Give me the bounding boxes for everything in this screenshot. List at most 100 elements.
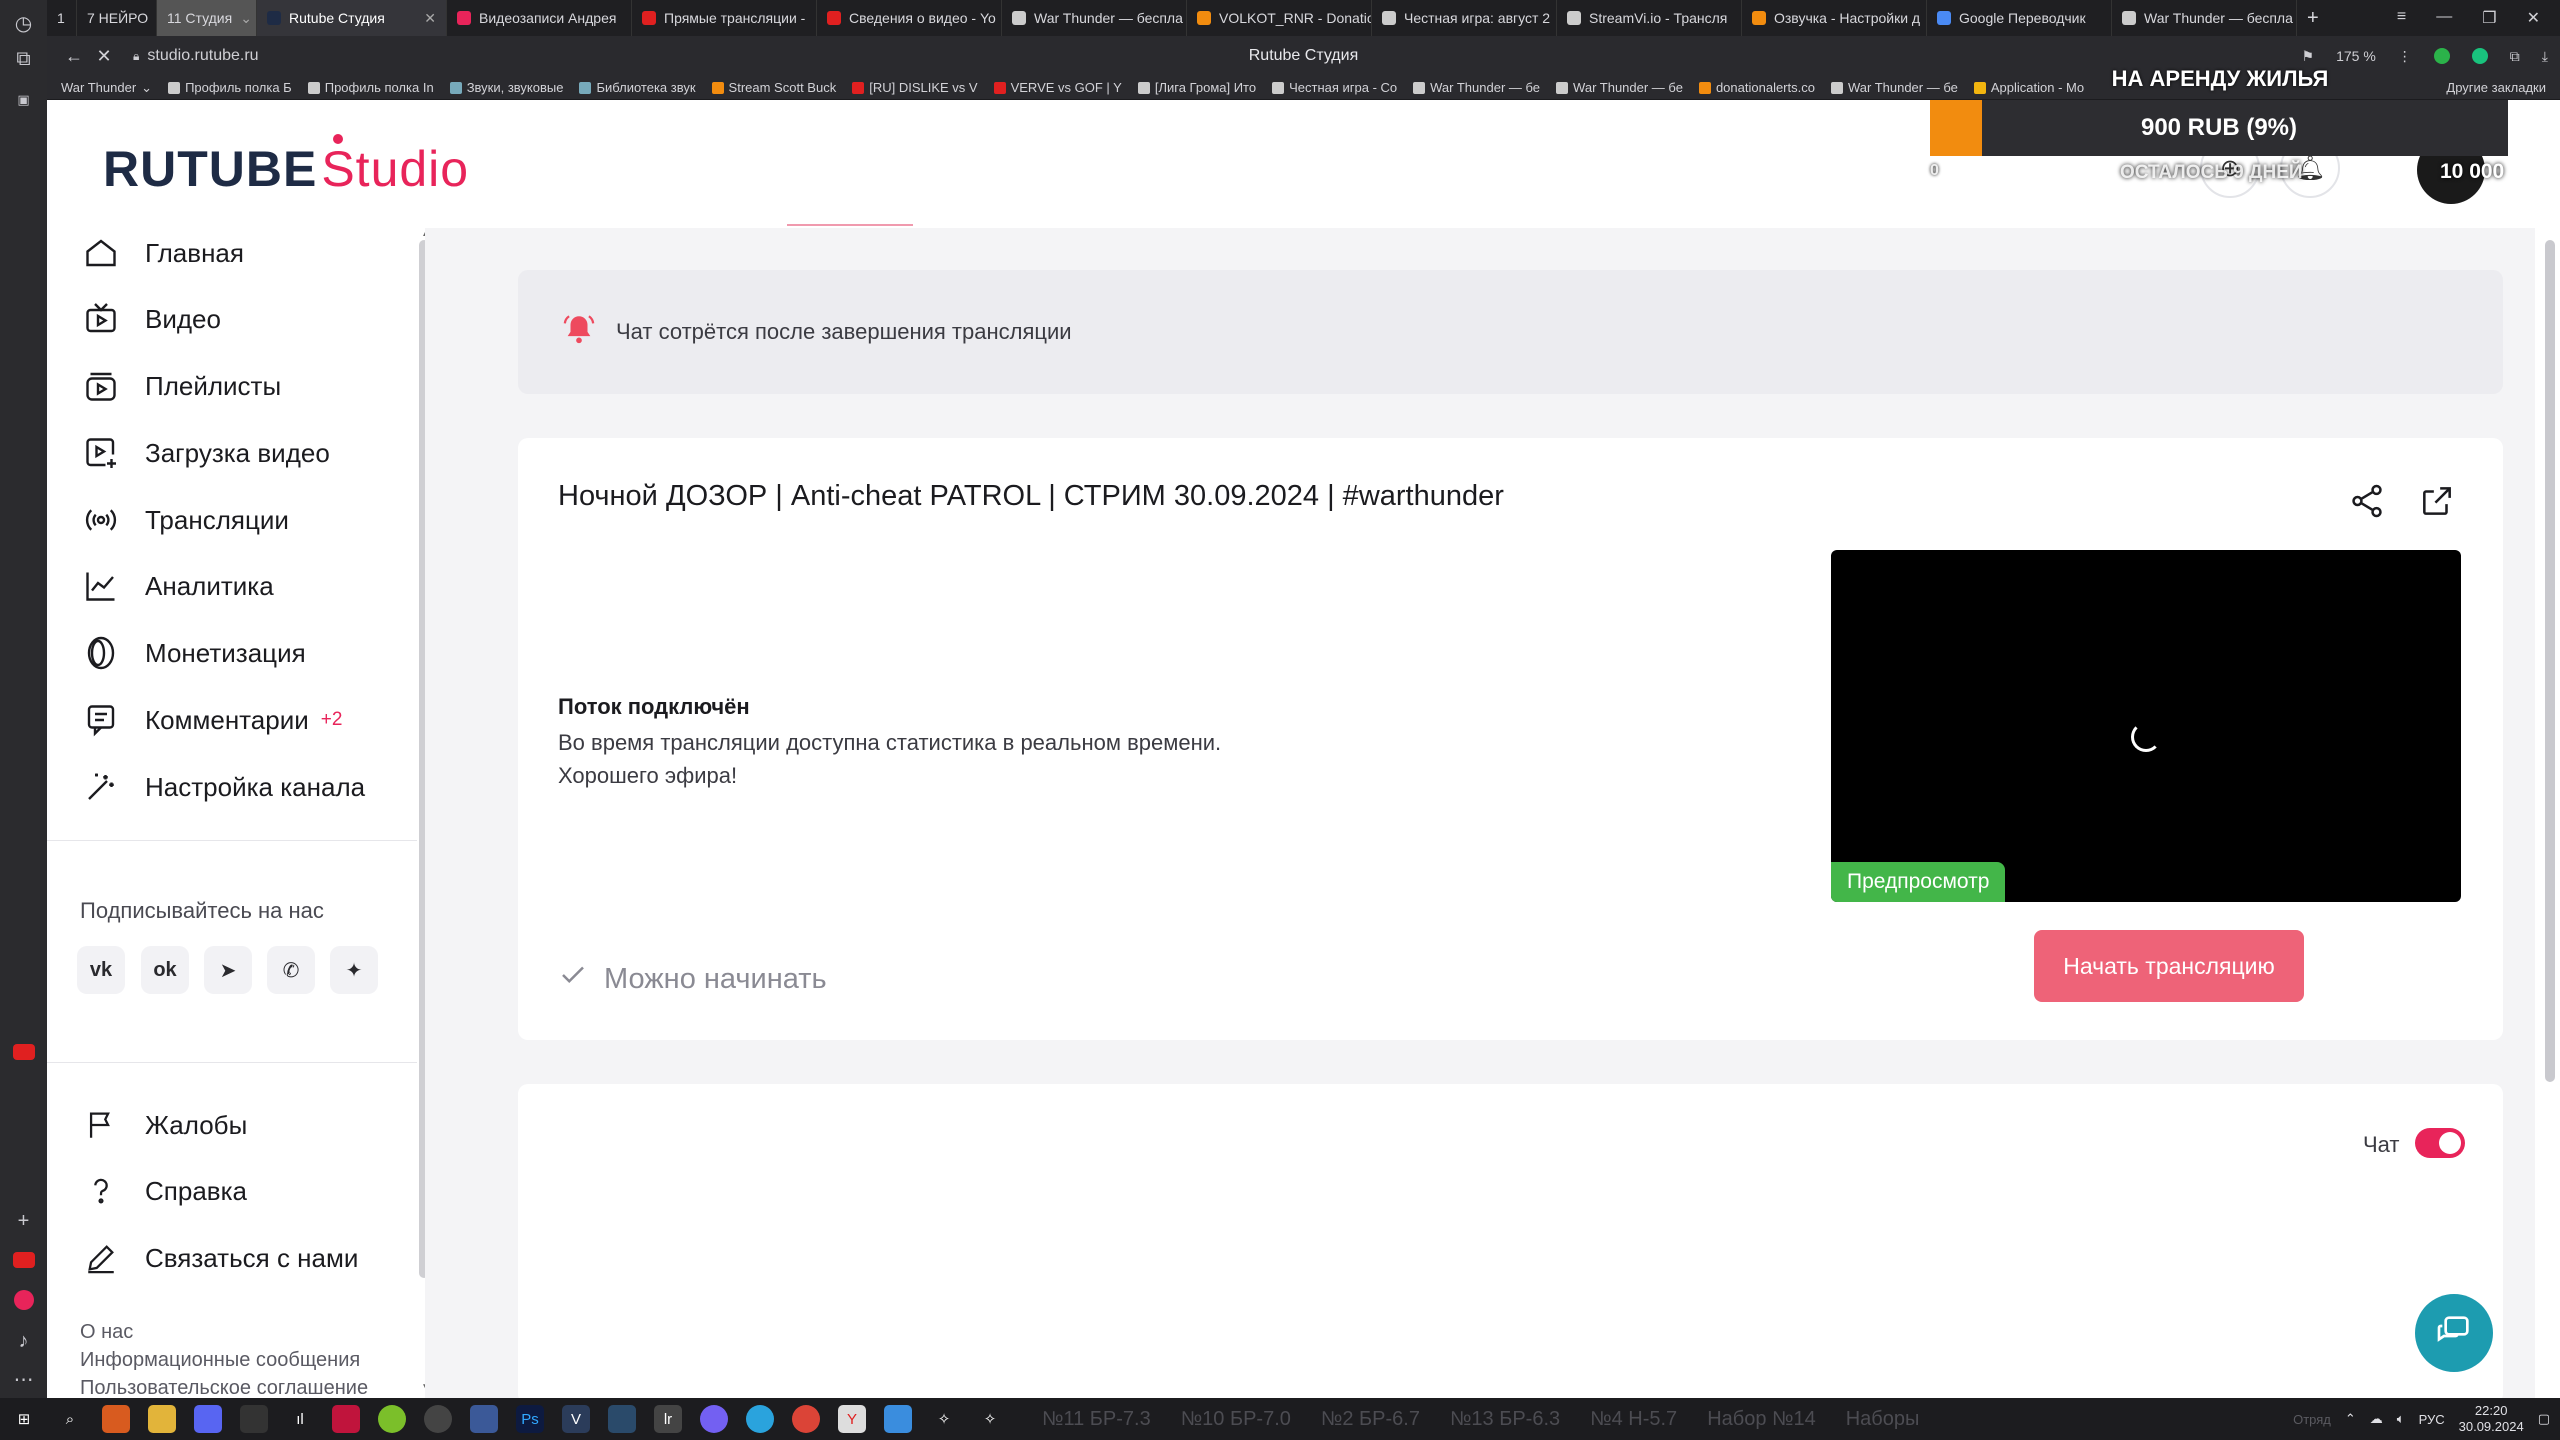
footer-link-terms[interactable]: Пользовательское соглашение: [80, 1377, 368, 1400]
vegas-icon[interactable]: V: [562, 1405, 590, 1433]
tab-war-thunder-2[interactable]: War Thunder — беспла: [2112, 0, 2297, 36]
bookmark-item[interactable]: donationalerts.co: [1698, 80, 1815, 95]
volume-icon[interactable]: 🔈︎: [2397, 1411, 2405, 1427]
new-tab-button[interactable]: +: [2297, 0, 2337, 36]
tab-fair-play[interactable]: Честная игра: август 2: [1372, 0, 1557, 36]
photoshop-icon[interactable]: Ps: [516, 1405, 544, 1433]
more-options-icon[interactable]: ⋮: [2398, 48, 2412, 65]
notifications-center-icon[interactable]: ▢: [2538, 1411, 2550, 1427]
sidebar-item-contact[interactable]: Связаться с нами: [81, 1233, 358, 1283]
sidebar-item-upload[interactable]: Загрузка видео: [81, 428, 330, 478]
sidebar-item-broadcasts[interactable]: Трансляции: [81, 495, 289, 545]
clock[interactable]: 22:20 30.09.2024: [2459, 1403, 2524, 1435]
bookmark-item[interactable]: War Thunder — бе: [1413, 80, 1540, 95]
tab-google-translate[interactable]: Google Переводчик: [1927, 0, 2112, 36]
vk-icon[interactable]: vk: [77, 946, 125, 994]
game-launcher-icon[interactable]: [378, 1405, 406, 1433]
shield-extension-icon[interactable]: [2433, 48, 2450, 64]
tab-live-streams[interactable]: Прямые трансляции -: [632, 0, 817, 36]
other-bookmarks[interactable]: Другие закладки: [2446, 80, 2546, 95]
restore-icon[interactable]: ❐: [2482, 8, 2496, 28]
add-panel-icon[interactable]: +: [8, 1206, 39, 1237]
close-window-icon[interactable]: ✕: [2527, 8, 2540, 28]
tab-war-thunder[interactable]: War Thunder — беспла: [1002, 0, 1187, 36]
bookmark-item[interactable]: Профиль полка In: [307, 80, 434, 95]
war-thunder-taskbar-icon[interactable]: ✧: [930, 1405, 958, 1433]
sidebar-item-video[interactable]: Видео: [81, 294, 221, 344]
sidebar-item-playlists[interactable]: Плейлисты: [81, 361, 281, 411]
tab-donation[interactable]: VOLKOT_RNR - Donatio: [1187, 0, 1372, 36]
bookmark-item[interactable]: Stream Scott Buck: [711, 80, 836, 95]
history-icon[interactable]: ◷: [8, 8, 39, 39]
dzen-icon[interactable]: ✦: [330, 946, 378, 994]
zoom-level[interactable]: 175 %: [2336, 48, 2376, 64]
search-icon[interactable]: ⌕: [56, 1405, 84, 1433]
bookmark-item[interactable]: Библиотека звук: [579, 80, 696, 95]
tab-voiceover[interactable]: Озвучка - Настройки д: [1742, 0, 1927, 36]
footer-link-info[interactable]: Информационные сообщения: [80, 1349, 360, 1372]
more-icon[interactable]: ⋯: [8, 1364, 39, 1395]
bookmark-item[interactable]: War Thunder — бе: [1556, 80, 1683, 95]
yandex-browser-icon[interactable]: Y: [838, 1405, 866, 1433]
sidebar-item-monetization[interactable]: Монетизация: [81, 628, 306, 678]
bookmark-item[interactable]: Честная игра - Co: [1272, 80, 1397, 95]
share-icon[interactable]: [2348, 482, 2388, 522]
obs-icon[interactable]: [424, 1405, 452, 1433]
bookmark-item[interactable]: Application - Mo: [1973, 80, 2084, 95]
start-stream-button[interactable]: Начать трансляцию: [2034, 930, 2304, 1002]
tab-neuro[interactable]: 7 НЕЙРО: [77, 0, 157, 36]
bookmark-item[interactable]: Звуки, звуковые: [449, 80, 563, 95]
bookmark-item[interactable]: War Thunder — бе: [1830, 80, 1958, 95]
url-field[interactable]: 🔒︎ studio.rutube.ru: [133, 42, 633, 70]
main-scrollbar[interactable]: [2545, 240, 2555, 1082]
language-indicator[interactable]: РУС: [2419, 1412, 2445, 1427]
explorer-icon[interactable]: [148, 1405, 176, 1433]
bookmark-item[interactable]: [RU] DISLIKE vs V: [852, 80, 978, 95]
editor-app-icon[interactable]: lr: [654, 1405, 682, 1433]
youtube-icon[interactable]: [8, 1036, 39, 1067]
tab-streamvi[interactable]: StreamVi.io - Трансля: [1557, 0, 1742, 36]
discord-icon[interactable]: [194, 1405, 222, 1433]
telegram-taskbar-icon[interactable]: [746, 1405, 774, 1433]
viber-icon[interactable]: ✆: [267, 946, 315, 994]
windows-start-icon[interactable]: ⊞: [10, 1405, 38, 1433]
menu-icon[interactable]: ≡: [2397, 8, 2406, 28]
calendar-app-icon[interactable]: [240, 1405, 268, 1433]
tab-video-details[interactable]: Сведения о видео - Yo: [817, 0, 1002, 36]
viber-taskbar-icon[interactable]: [700, 1405, 728, 1433]
telegram-icon[interactable]: ➤: [204, 946, 252, 994]
extensions-icon[interactable]: ⧉: [2510, 48, 2520, 65]
open-external-icon[interactable]: [2418, 482, 2458, 522]
close-icon[interactable]: ✕: [416, 10, 436, 27]
tab-rutube-studio[interactable]: Rutube Студия ✕: [257, 0, 447, 36]
recorder-icon[interactable]: [332, 1405, 360, 1433]
youtube-icon[interactable]: [8, 1244, 39, 1275]
bookmark-icon[interactable]: ⚑: [2302, 48, 2315, 65]
tab-videos-andrey[interactable]: Видеозаписи Андрея: [447, 0, 632, 36]
bookmark-item[interactable]: Профиль полка Б: [168, 80, 292, 95]
rutube-studio-logo[interactable]: RUTUBE Studio: [103, 134, 469, 198]
workspaces-icon[interactable]: ⧉: [8, 44, 39, 75]
app-icon[interactable]: [102, 1405, 130, 1433]
network-icon[interactable]: ☁: [2370, 1411, 2383, 1427]
bookmark-folder-war-thunder[interactable]: War Thunder ⌄: [61, 80, 152, 96]
calendar-icon[interactable]: ▣: [8, 84, 39, 115]
tab-1[interactable]: 1: [47, 0, 77, 36]
support-chat-button[interactable]: [2415, 1294, 2493, 1372]
tiktok-icon[interactable]: ♪: [8, 1326, 39, 1357]
war-thunder-taskbar-icon[interactable]: ✧: [976, 1405, 1004, 1433]
chevron-down-icon[interactable]: ⌄: [232, 10, 252, 27]
stop-icon[interactable]: ✕: [89, 46, 119, 67]
sidebar-item-help[interactable]: Справка: [81, 1166, 247, 1216]
bookmark-item[interactable]: VERVE vs GOF | Y: [993, 80, 1122, 95]
chrome-icon[interactable]: [792, 1405, 820, 1433]
remote-app-icon[interactable]: [884, 1405, 912, 1433]
donationalerts-icon[interactable]: [8, 1284, 39, 1315]
sidebar-item-complaints[interactable]: Жалобы: [81, 1100, 247, 1150]
save-app-icon[interactable]: [470, 1405, 498, 1433]
sidebar-item-channel-settings[interactable]: Настройка канала: [81, 762, 365, 812]
shortcut-app-icon[interactable]: [608, 1405, 636, 1433]
sidebar-item-home[interactable]: Главная: [81, 228, 244, 278]
tray-chevron-icon[interactable]: ⌃: [2345, 1411, 2356, 1427]
vpn-extension-icon[interactable]: [2471, 48, 2488, 64]
